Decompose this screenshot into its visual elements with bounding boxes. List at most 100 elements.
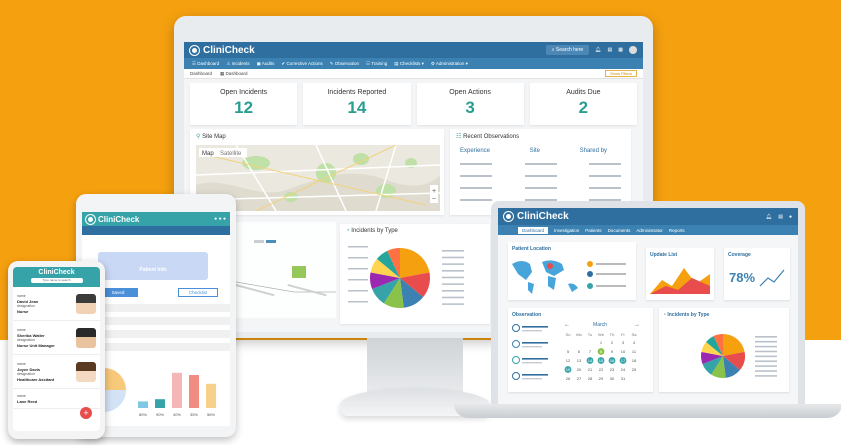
calendar-day[interactable]: 22 bbox=[599, 367, 604, 372]
location-pin-icon[interactable] bbox=[547, 263, 553, 269]
map-tab-map[interactable]: Map bbox=[202, 151, 214, 157]
calendar-day[interactable]: 29 bbox=[599, 376, 604, 381]
list-item[interactable]: name Joyce Davis designation Healthcare Ass… bbox=[13, 355, 100, 389]
column-header-site[interactable]: Site bbox=[530, 148, 540, 154]
laptop-incidents-pie-chart[interactable] bbox=[659, 322, 789, 392]
nav-investigation[interactable]: Investigation bbox=[554, 228, 579, 233]
calendar-day[interactable]: 28 bbox=[588, 376, 593, 381]
stat-card-open-actions[interactable]: Open Actions 3 bbox=[416, 83, 524, 125]
nav-patients[interactable]: Patients bbox=[585, 228, 601, 233]
calendar-day[interactable]: 9 bbox=[611, 349, 614, 354]
table-row[interactable] bbox=[450, 170, 631, 182]
calendar-day[interactable]: 20 bbox=[577, 367, 582, 372]
nav-training[interactable]: ☷ Training bbox=[366, 61, 387, 67]
grid-icon[interactable]: ▦ bbox=[618, 47, 623, 53]
calendar-day[interactable]: 17 bbox=[621, 358, 626, 363]
next-month-icon[interactable]: → bbox=[634, 322, 640, 328]
bell-icon[interactable]: 🔔︎ bbox=[595, 47, 601, 53]
stat-card-incidents-reported[interactable]: Incidents Reported 14 bbox=[303, 83, 411, 125]
calendar-day[interactable]: 5 bbox=[567, 349, 570, 354]
observation-status-icon[interactable] bbox=[512, 324, 520, 332]
stat-card-audits-due[interactable]: Audits Due 2 bbox=[529, 83, 637, 125]
laptop-logo[interactable]: CliniCheck bbox=[504, 211, 569, 222]
calendar-day[interactable]: 7 bbox=[589, 349, 592, 354]
calendar-day[interactable]: 13 bbox=[577, 358, 582, 363]
document-icon[interactable]: ▤ bbox=[608, 47, 613, 53]
list-item[interactable]: name David Jean designation Nurse bbox=[13, 287, 100, 321]
list-item[interactable]: name Lane Reed bbox=[13, 389, 100, 409]
column-header-shared-by[interactable]: Shared by bbox=[580, 148, 607, 154]
map-tab-satellite[interactable]: Satellite bbox=[220, 151, 242, 157]
bar[interactable] bbox=[138, 401, 148, 408]
list-item[interactable]: name Sherika Watler designation Nurse Unit … bbox=[13, 321, 100, 355]
stat-card-open-incidents[interactable]: Open Incidents 12 bbox=[190, 83, 298, 125]
nav-audits[interactable]: ▣ Audits bbox=[257, 61, 275, 67]
nav-dashboard[interactable]: Dashboard bbox=[518, 226, 549, 234]
calendar-day[interactable]: 11 bbox=[632, 349, 637, 354]
table-row[interactable] bbox=[450, 158, 631, 170]
bar[interactable] bbox=[155, 399, 165, 408]
calendar-day[interactable]: 19 bbox=[566, 367, 571, 372]
tab-checklist[interactable]: Checklist bbox=[178, 288, 218, 297]
calendar-day[interactable]: 15 bbox=[599, 358, 604, 363]
prev-month-icon[interactable]: ← bbox=[564, 322, 570, 328]
calendar-day[interactable]: 12 bbox=[566, 358, 571, 363]
zoom-in-icon[interactable]: + bbox=[432, 188, 436, 195]
phone-search-input[interactable]: Type name to search bbox=[30, 278, 83, 283]
table-row[interactable] bbox=[450, 182, 631, 194]
bell-icon[interactable]: 🔔︎ bbox=[766, 214, 772, 220]
observation-calendar[interactable]: March← →Su Mo Tu We Th Fr Sa1 2 3 45 6 7 8 9 10 1112 13 14… bbox=[508, 320, 653, 392]
nav-administration[interactable]: ⚙ Administration ▾ bbox=[431, 61, 468, 67]
incidents-pie-chart[interactable] bbox=[340, 238, 490, 322]
observation-status-icon[interactable] bbox=[512, 372, 520, 380]
nav-corrective-actions[interactable]: ✔ Corrective Actions bbox=[281, 61, 322, 67]
desktop-logo[interactable]: CliniCheck bbox=[190, 45, 255, 56]
calendar-day[interactable]: 2 bbox=[611, 340, 614, 345]
calendar-day[interactable]: 25 bbox=[632, 367, 637, 372]
nav-observation[interactable]: ✎ Observation bbox=[330, 61, 359, 67]
topbar-icons[interactable]: ● ● ● bbox=[214, 216, 226, 222]
nav-checklists[interactable]: ▤ Checklists ▾ bbox=[394, 61, 424, 67]
calendar-day[interactable]: 30 bbox=[610, 376, 615, 381]
calendar-day[interactable]: 3 bbox=[622, 340, 625, 345]
trend-line-icon bbox=[759, 269, 785, 287]
calendar-day[interactable]: 27 bbox=[577, 376, 582, 381]
avatar[interactable] bbox=[629, 46, 637, 54]
document-icon[interactable]: ▤ bbox=[778, 214, 783, 220]
bar[interactable] bbox=[206, 383, 216, 408]
phone-topbar: CliniCheck Type name to search bbox=[13, 267, 100, 287]
calendar-day[interactable]: 24 bbox=[621, 367, 626, 372]
calendar-day[interactable]: 16 bbox=[610, 358, 615, 363]
bar[interactable] bbox=[172, 372, 182, 408]
nav-reports[interactable]: Reports bbox=[669, 228, 685, 233]
calendar-day[interactable]: 6 bbox=[578, 349, 581, 354]
calendar-day[interactable]: 23 bbox=[610, 367, 615, 372]
calendar-day[interactable]: 26 bbox=[566, 376, 571, 381]
calendar-day[interactable]: 1 bbox=[600, 340, 603, 345]
calendar-day[interactable]: 4 bbox=[633, 340, 636, 345]
legend-line bbox=[755, 375, 777, 377]
calendar-day[interactable]: 18 bbox=[632, 358, 637, 363]
area-chart[interactable] bbox=[646, 260, 714, 298]
bar[interactable] bbox=[189, 375, 199, 408]
observation-status-icon[interactable] bbox=[512, 340, 520, 348]
nav-incidents[interactable]: ⚠ Incidents bbox=[226, 61, 249, 67]
tablet-nav[interactable] bbox=[82, 226, 230, 235]
calendar-day[interactable]: 31 bbox=[621, 376, 626, 381]
nav-documents[interactable]: Documents bbox=[608, 228, 631, 233]
nav-dashboard[interactable]: ☰ Dashboard bbox=[192, 61, 219, 67]
column-header-experience[interactable]: Experience bbox=[460, 148, 490, 154]
calendar-day[interactable]: 10 bbox=[621, 349, 626, 354]
zoom-out-icon[interactable]: − bbox=[432, 196, 436, 203]
show-filters-button[interactable]: Show Filters bbox=[604, 70, 637, 77]
search-box[interactable]: ⌕ Search here bbox=[545, 45, 590, 55]
breadcrumb-item[interactable]: Dashboard bbox=[190, 71, 212, 76]
nav-administrator[interactable]: Administrator bbox=[636, 228, 663, 233]
calendar-day[interactable]: 21 bbox=[588, 367, 593, 372]
add-button[interactable]: + bbox=[80, 407, 92, 419]
observation-status-icon[interactable] bbox=[512, 356, 520, 364]
world-map[interactable] bbox=[508, 254, 636, 300]
breadcrumb-item-current: ▦ Dashboard bbox=[220, 70, 248, 76]
calendar-day[interactable]: 14 bbox=[588, 358, 593, 363]
user-icon[interactable]: ● bbox=[789, 214, 792, 220]
